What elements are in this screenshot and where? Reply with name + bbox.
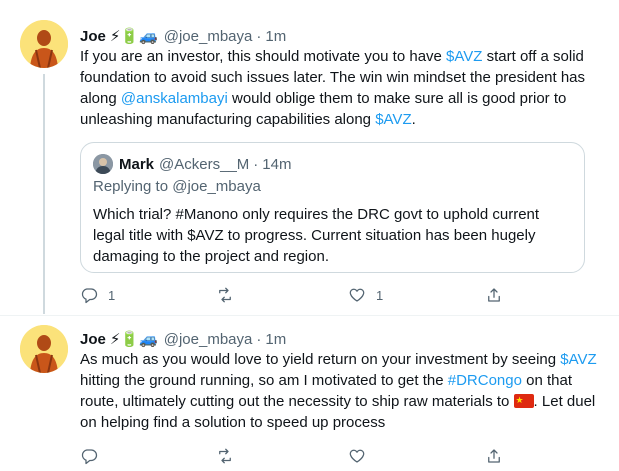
separator-dot: · [253,155,259,173]
quoted-avatar [93,154,113,174]
reply-button[interactable]: 1 [80,286,115,304]
quoted-tweet-header: Mark @Ackers__M · 14m [93,154,291,174]
heart-icon [349,449,365,463]
retweet-button[interactable] [216,447,244,465]
cashtag-link[interactable]: $AVZ [375,111,411,128]
retweet-icon [219,448,231,464]
cashtag-link[interactable]: $AVZ [446,48,482,65]
tweet-header: Joe ⚡🔋🚙 @joe_mbaya · 1m [80,25,286,47]
reply-icon [81,449,98,465]
name-emoji: ⚡🔋🚙 [109,28,158,45]
quoted-tweet[interactable]: Mark @Ackers__M · 14m Replying to @joe_m… [80,142,585,273]
reply-icon [81,288,98,304]
tweet-header: Joe ⚡🔋🚙 @joe_mbaya · 1m [80,328,286,350]
like-button[interactable]: 1 [348,286,383,304]
quoted-author-name: Mark [119,155,155,173]
text-segment: As much as you would love to yield retur… [80,351,561,368]
share-button[interactable] [485,286,503,304]
name-emoji: ⚡🔋🚙 [109,331,158,348]
author-name[interactable]: Joe [80,331,106,348]
heart-icon [349,288,365,302]
tweet-text: If you are an investor, this should moti… [80,46,600,130]
replying-to-text: Replying to @joe_mbaya [93,178,261,195]
tweet-time[interactable]: 1m [265,331,286,348]
share-icon [488,288,500,302]
text-segment: . [411,111,416,128]
quoted-author-handle: @Ackers__M [159,155,250,173]
retweet-button[interactable] [216,286,244,304]
tweet-actions: 1 1 [80,286,520,306]
avatar[interactable] [20,325,68,373]
mention-link[interactable]: @anskalambayi [121,90,228,107]
author-handle[interactable]: @joe_mbaya [164,28,253,45]
quoted-tweet-text: Which trial? #Manono only requires the D… [93,206,540,265]
quoted-tweet-time: 14m [262,155,292,173]
share-button[interactable] [485,447,503,465]
retweet-icon [219,287,231,303]
author-handle[interactable]: @joe_mbaya [164,331,253,348]
tweet-1[interactable]: Joe ⚡🔋🚙 @joe_mbaya · 1m If you are an in… [0,0,619,315]
tweet-time[interactable]: 1m [265,28,286,45]
separator-dot: · [256,330,262,348]
separator-dot: · [256,27,262,45]
tweet-actions [80,447,520,467]
avatar-image [20,325,68,373]
hashtag-link[interactable]: #DRCongo [448,372,522,389]
avatar[interactable] [20,20,68,68]
like-button[interactable] [348,447,376,465]
reply-count: 1 [108,287,116,303]
share-icon [488,449,500,463]
avatar-image [20,20,68,68]
author-name[interactable]: Joe [80,28,106,45]
text-segment: hitting the ground running, so am I moti… [80,372,448,389]
like-count: 1 [376,287,384,303]
tweet-2[interactable]: Joe ⚡🔋🚙 @joe_mbaya · 1m As much as you w… [0,316,619,471]
china-flag-icon [513,391,534,412]
reply-button[interactable] [80,447,108,465]
cashtag-link[interactable]: $AVZ [560,351,596,368]
text-segment: If you are an investor, this should moti… [80,48,447,65]
tweet-text: As much as you would love to yield retur… [80,349,600,433]
